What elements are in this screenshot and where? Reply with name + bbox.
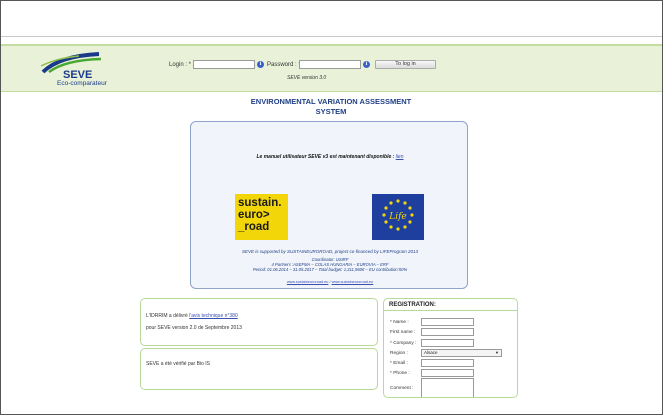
phone-label: * Phone : [390,371,410,376]
header-bar: SEVE Eco-comparateur Login : * i Passwor… [1,44,662,92]
company-field[interactable] [421,339,474,347]
page-title-line-2: SYSTEM [315,107,347,116]
idrrim-line-1: L'IDRRIM a délivré l'avis technique n°38… [146,313,238,319]
login-button[interactable]: To log in [375,60,436,69]
idrrim-link[interactable]: l'avis technique n°380 [189,313,238,319]
eu-logo-text: Life [388,212,407,222]
login-input[interactable] [193,60,255,69]
logo-subtitle: Eco-comparateur [57,80,107,87]
project-link-1[interactable]: www.sustaineuroroad.eu [287,280,329,284]
info-icon[interactable]: i [363,61,370,68]
project-links: www.sustaineuroroad.eu / www.sustaineuro… [191,280,469,284]
phone-field[interactable] [421,369,474,377]
login-label: Login : * [169,62,192,68]
page-title: ENVIRONMENTAL VARIATION ASSESSMENT SYSTE… [221,97,441,117]
page-title-line-1: ENVIRONMENTAL VARIATION ASSESSMENT [250,97,412,106]
bio-is-text: SEVE a été vérifié par Bio IS [146,361,210,367]
first-name-label: First name : [390,330,416,335]
project-link-2[interactable]: www.sustaineuroroad.eu [332,280,374,284]
email-label: * Email : [390,361,408,366]
region-value: Alsace [424,350,438,355]
email-field[interactable] [421,359,474,367]
partners-period: Period: 01.06.2014 – 31.05.2017 – Total … [252,267,408,272]
idrrim-line-2: pour SEVE version 2.0 de Septembre 2013 [146,325,242,331]
comment-field[interactable] [421,378,474,397]
bio-is-notice-box: SEVE a été vérifié par Bio IS [140,348,378,390]
version-text: SEVE version 3.0 [287,75,327,81]
sustain-logo-line-2: euro> [238,209,270,221]
name-field[interactable] [421,318,474,326]
registration-divider [384,310,517,311]
sustain-logo-line-3: _road [238,221,270,233]
supported-text: SEVE is supported by SUSTAINEUROROAD, pr… [242,249,418,254]
sustain-logo-line-1: sustain. [238,197,282,209]
password-input[interactable] [299,60,361,69]
region-label: Region : [390,351,408,356]
registration-panel: REGISTRATION: * Name : First name : * Co… [383,298,518,398]
partners-info: Coordinator: USIRF 4 Partners :ASEFMA – … [191,257,469,272]
seve-logo[interactable]: SEVE Eco-comparateur [39,52,107,88]
comment-label: Comment : [390,386,414,391]
password-label: Password : * [267,62,301,68]
info-icon[interactable]: i [257,61,264,68]
manual-notice: Le manuel utilisateur SEVE v3 est mainte… [191,154,469,160]
main-info-panel: Le manuel utilisateur SEVE v3 est mainte… [190,121,468,289]
sustaineuroroad-logo: sustain. euro> _road [235,194,288,240]
chevron-down-icon: ▼ [495,350,499,355]
manual-text: Le manuel utilisateur SEVE v3 est mainte… [256,154,395,160]
name-label: * Name : [390,320,409,325]
region-select[interactable]: Alsace ▼ [421,349,502,357]
top-divider [1,36,662,37]
idrrim-notice-box: L'IDRRIM a délivré l'avis technique n°38… [140,298,378,346]
registration-title: REGISTRATION: [389,302,436,308]
manual-link[interactable]: lien [396,154,404,160]
idrrim-text: L'IDRRIM a délivré [146,313,188,319]
eu-life-logo: Life [372,194,424,240]
eu-stars-icon: Life [382,199,414,231]
company-label: * Company : [390,341,417,346]
first-name-field[interactable] [421,328,474,336]
